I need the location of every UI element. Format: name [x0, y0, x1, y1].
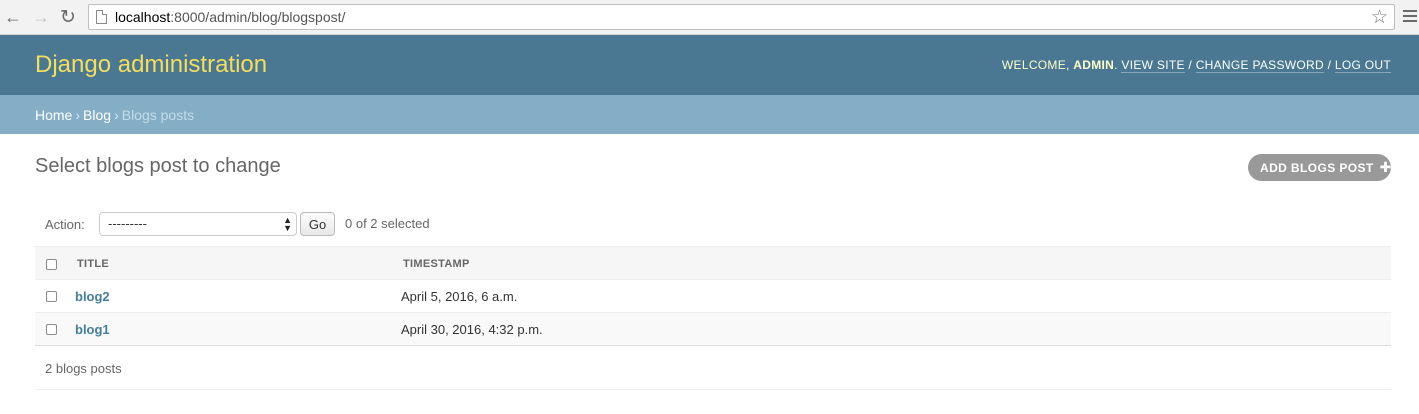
post-timestamp: April 5, 2016, 6 a.m.	[401, 289, 518, 304]
breadcrumb-home[interactable]: Home	[35, 107, 72, 123]
row-checkbox[interactable]	[46, 324, 57, 335]
breadcrumb-current: Blogs posts	[121, 107, 195, 123]
url-text[interactable]: localhost:8000/admin/blog/blogspost/	[115, 9, 345, 25]
table-row: blog2 April 5, 2016, 6 a.m.	[35, 280, 1391, 313]
change-password-link[interactable]: CHANGE PASSWORD	[1195, 58, 1324, 73]
browser-toolbar: ← → ↻ localhost:8000/admin/blog/blogspos…	[0, 0, 1419, 35]
breadcrumb: Home › Blog › Blogs posts	[0, 95, 1419, 134]
action-select[interactable]: --------- ▲ ▼	[99, 212, 297, 236]
select-all-checkbox[interactable]	[46, 259, 57, 270]
username: ADMIN	[1073, 58, 1115, 72]
plus-icon: ✚	[1379, 159, 1392, 175]
admin-header: Django administration WELCOME, ADMIN. VI…	[0, 35, 1419, 95]
row-checkbox[interactable]	[46, 291, 57, 302]
column-header-timestamp[interactable]: TIMESTAMP	[403, 258, 470, 270]
column-header-title[interactable]: TITLE	[77, 258, 109, 270]
url-path: :8000/admin/blog/blogspost/	[170, 9, 346, 25]
separator: /	[1323, 58, 1335, 72]
results-table: TITLE TIMESTAMP blog2 April 5, 2016, 6 a…	[35, 246, 1391, 346]
breadcrumb-separator: ›	[75, 107, 81, 123]
table-row: blog1 April 30, 2016, 4:32 p.m.	[35, 313, 1391, 346]
user-tools: WELCOME, ADMIN. VIEW SITE / CHANGE PASSW…	[1001, 58, 1391, 73]
view-site-link[interactable]: VIEW SITE	[1121, 58, 1185, 73]
action-select-value: ---------	[108, 216, 147, 231]
selection-counter: 0 of 2 selected	[345, 216, 430, 231]
actions-bar: Action: --------- ▲ ▼ Go 0 of 2 selected	[35, 209, 1391, 241]
reload-icon[interactable]: ↻	[58, 6, 78, 28]
page-icon	[96, 10, 107, 24]
breadcrumb-separator: ›	[114, 107, 119, 123]
separator: /	[1184, 58, 1196, 72]
table-header: TITLE TIMESTAMP	[35, 246, 1391, 280]
go-button[interactable]: Go	[300, 212, 335, 236]
action-label: Action:	[45, 217, 85, 232]
post-title-link[interactable]: blog1	[75, 322, 110, 337]
url-host: localhost	[115, 9, 171, 25]
welcome-text: WELCOME,	[1001, 58, 1074, 72]
select-arrows-icon: ▲ ▼	[283, 215, 292, 233]
add-blogs-post-button[interactable]: ADD BLOGS POST ✚	[1248, 154, 1391, 181]
post-title-link[interactable]: blog2	[75, 289, 110, 304]
log-out-link[interactable]: LOG OUT	[1334, 58, 1391, 73]
page-title: Select blogs post to change	[35, 155, 281, 177]
post-timestamp: April 30, 2016, 4:32 p.m.	[401, 322, 543, 337]
site-brand[interactable]: Django administration	[35, 51, 267, 79]
back-icon[interactable]: ←	[3, 6, 23, 28]
breadcrumb-blog[interactable]: Blog	[83, 107, 111, 123]
bookmark-star-icon[interactable]: ☆	[1371, 6, 1388, 29]
forward-icon[interactable]: →	[31, 6, 51, 28]
add-button-label: ADD BLOGS POST	[1260, 160, 1374, 175]
paginator: 2 blogs posts	[35, 347, 1391, 390]
browser-menu-icon[interactable]	[1403, 10, 1417, 24]
address-bar[interactable]: localhost:8000/admin/blog/blogspost/ ☆	[88, 4, 1395, 30]
